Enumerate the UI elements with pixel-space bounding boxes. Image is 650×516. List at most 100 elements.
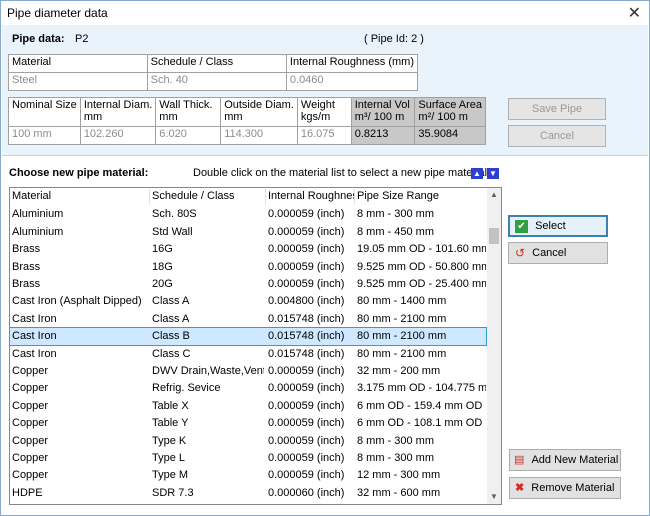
scroll-thumb[interactable] [489,228,499,244]
list-header-roughness[interactable]: Internal Roughness [268,188,354,205]
schedule-cell: Class C [152,347,191,360]
scroll-up-icon[interactable]: ▲ [487,188,501,202]
size-range-cell: 19.05 mm OD - 101.60 mm OD [357,243,486,256]
title-bar: Pipe diameter data ✕ [1,1,649,25]
roughness-cell: 0.000059 (inch) [268,417,345,430]
material-cell: Copper [12,365,49,377]
roughness-cell: 0.000059 (inch) [268,434,345,447]
list-item[interactable]: Copper Table Y 0.000059 (inch) 6 mm OD - 10… [10,415,486,432]
material-cell: Cast Iron [12,312,57,325]
schedule-cell: Type M [152,469,189,482]
list-item[interactable]: Aluminium Std Wall 0.000059 (inch) 8 mm - 4… [10,224,486,241]
material-cell: Brass [12,260,41,273]
material-cell: Copper [12,469,49,482]
schedule-cell: SDR 7.3 [152,486,194,499]
list-item[interactable]: Cast Iron Class C 0.015748 (inch) 80 mm - 2… [10,346,486,363]
close-icon[interactable]: ✕ [628,3,641,23]
list-item[interactable]: Brass 20G 0.000059 (inch) 9.525 mm OD - 25.… [10,276,486,293]
material-header: Material [8,54,148,73]
cancel-button[interactable]: ↺ Cancel [508,242,608,264]
roughness-cell: 0.000059 (inch) [268,225,345,238]
cancel-top-button[interactable]: Cancel [508,125,606,147]
schedule-cell: Class B [152,330,190,343]
scroll-down-icon[interactable]: ▼ [487,490,501,504]
dimensions-table: Nominal Size Internal Diam. mm Wall Thick… [8,97,486,145]
list-item[interactable]: Copper Type L 0.000059 (inch) 8 mm - 300 mm [10,450,486,467]
dim-header: Weight kgs/m [296,97,352,127]
roughness-value: 0.0460 [285,72,419,91]
select-button-label: Select [535,220,566,232]
list-item[interactable]: Aluminium Sch. 80S 0.000059 (inch) 8 mm - 3… [10,206,486,223]
list-item[interactable]: Copper Table X 0.000059 (inch) 6 mm OD - 15… [10,398,486,415]
remove-material-label: Remove Material [531,482,615,494]
checkmark-icon: ✔ [515,219,528,233]
schedule-cell: Table X [152,399,189,412]
list-header-schedule[interactable]: Schedule / Class [152,188,264,205]
outside-diam-value: 114.300 [220,126,298,145]
size-range-cell: 8 mm - 300 mm [357,452,435,464]
surface-area-value: 35.9084 [414,126,486,145]
delete-x-icon: ✖ [515,482,525,495]
dim-header: Surface Area m²/ 100 m [414,97,486,127]
move-down-arrow-icon[interactable]: ▼ [487,168,499,179]
add-material-button[interactable]: ▤ Add New Material [509,449,621,471]
roughness-cell: 0.000059 (inch) [268,382,345,395]
move-up-arrow-icon[interactable]: ▲ [471,168,483,179]
size-range-cell: 9.525 mm OD - 50.800 mm OD [357,260,486,273]
schedule-cell: DWV Drain,Waste,Vent [152,365,264,377]
size-range-cell: 80 mm - 2100 mm [357,330,447,343]
material-cell: Aluminium [12,208,64,221]
list-item[interactable]: HDPE SDR 7.3 0.000060 (inch) 32 mm - 600 mm [10,485,486,502]
roughness-cell: 0.000059 (inch) [268,208,345,221]
material-cell: Copper [12,452,49,464]
dim-header: Outside Diam. mm [220,97,298,127]
material-cell: Copper [12,434,49,447]
list-item[interactable]: Brass 18G 0.000059 (inch) 9.525 mm OD - 50.… [10,259,486,276]
material-cell: Cast Iron [12,347,57,360]
list-item[interactable]: Cast Iron Class A 0.015748 (inch) 80 mm - 2… [10,311,486,328]
schedule-cell: 20G [152,278,173,290]
material-cell: Cast Iron (Asphalt Dipped) [12,295,142,308]
list-item[interactable]: Copper DWV Drain,Waste,Vent 0.000059 (inch… [10,363,486,380]
dim-header: Nominal Size [8,97,81,127]
select-button[interactable]: ✔ Select [508,215,608,237]
list-item[interactable]: Cast Iron (Asphalt Dipped) Class A 0.00480… [10,293,486,310]
list-item[interactable]: Cast Iron Class B 0.015748 (inch) 80 mm - 2… [10,327,487,347]
list-header: Material Schedule / Class Internal Rough… [10,188,486,205]
roughness-cell: 0.000059 (inch) [268,469,345,482]
material-cell: Copper [12,417,49,430]
size-range-cell: 32 mm - 200 mm [357,365,441,377]
size-range-cell: 3.175 mm OD - 104.775 mm OD [357,382,486,395]
list-header-size-range[interactable]: Pipe Size Range [357,188,486,205]
window-title: Pipe diameter data [7,6,108,20]
remove-material-button[interactable]: ✖ Remove Material [509,477,621,499]
size-range-cell: 9.525 mm OD - 25.400 mm OD [357,278,486,290]
size-range-cell: 8 mm - 450 mm [357,225,435,238]
roughness-cell: 0.000059 (inch) [268,365,345,377]
schedule-cell: Sch. 80S [152,208,197,221]
list-item[interactable]: Copper Type M 0.000059 (inch) 12 mm - 300 m… [10,467,486,484]
material-cell: Copper [12,382,49,395]
list-item[interactable]: Brass 16G 0.000059 (inch) 19.05 mm OD - 101… [10,241,486,258]
schedule-cell: Class A [152,295,190,308]
size-range-cell: 8 mm - 300 mm [357,208,435,221]
add-document-icon: ▤ [514,454,525,467]
list-item[interactable]: Copper Refrig. Sevice 0.000059 (inch) 3.175… [10,380,486,397]
roughness-cell: 0.015748 (inch) [268,347,345,360]
size-range-cell: 80 mm - 1400 mm [357,295,447,308]
internal-vol-value: 0.8213 [350,126,416,145]
roughness-cell: 0.000059 (inch) [268,452,345,464]
material-cell: Cast Iron [12,330,57,343]
pipe-data-label: Pipe data: [12,33,65,45]
material-list[interactable]: Material Schedule / Class Internal Rough… [9,187,502,505]
save-pipe-button[interactable]: Save Pipe [508,98,606,120]
roughness-cell: 0.000059 (inch) [268,278,345,290]
size-range-cell: 6 mm OD - 159.4 mm OD [357,399,483,412]
schedule-header: Schedule / Class [146,54,287,73]
size-range-cell: 6 mm OD - 108.1 mm OD [357,417,483,430]
choose-hint: Double click on the material list to sel… [193,167,491,179]
list-scrollbar[interactable]: ▲ ▼ [487,188,501,504]
list-item[interactable]: Copper Type K 0.000059 (inch) 8 mm - 300 mm [10,433,486,450]
list-header-material[interactable]: Material [12,188,148,205]
roughness-cell: 0.000059 (inch) [268,260,345,273]
